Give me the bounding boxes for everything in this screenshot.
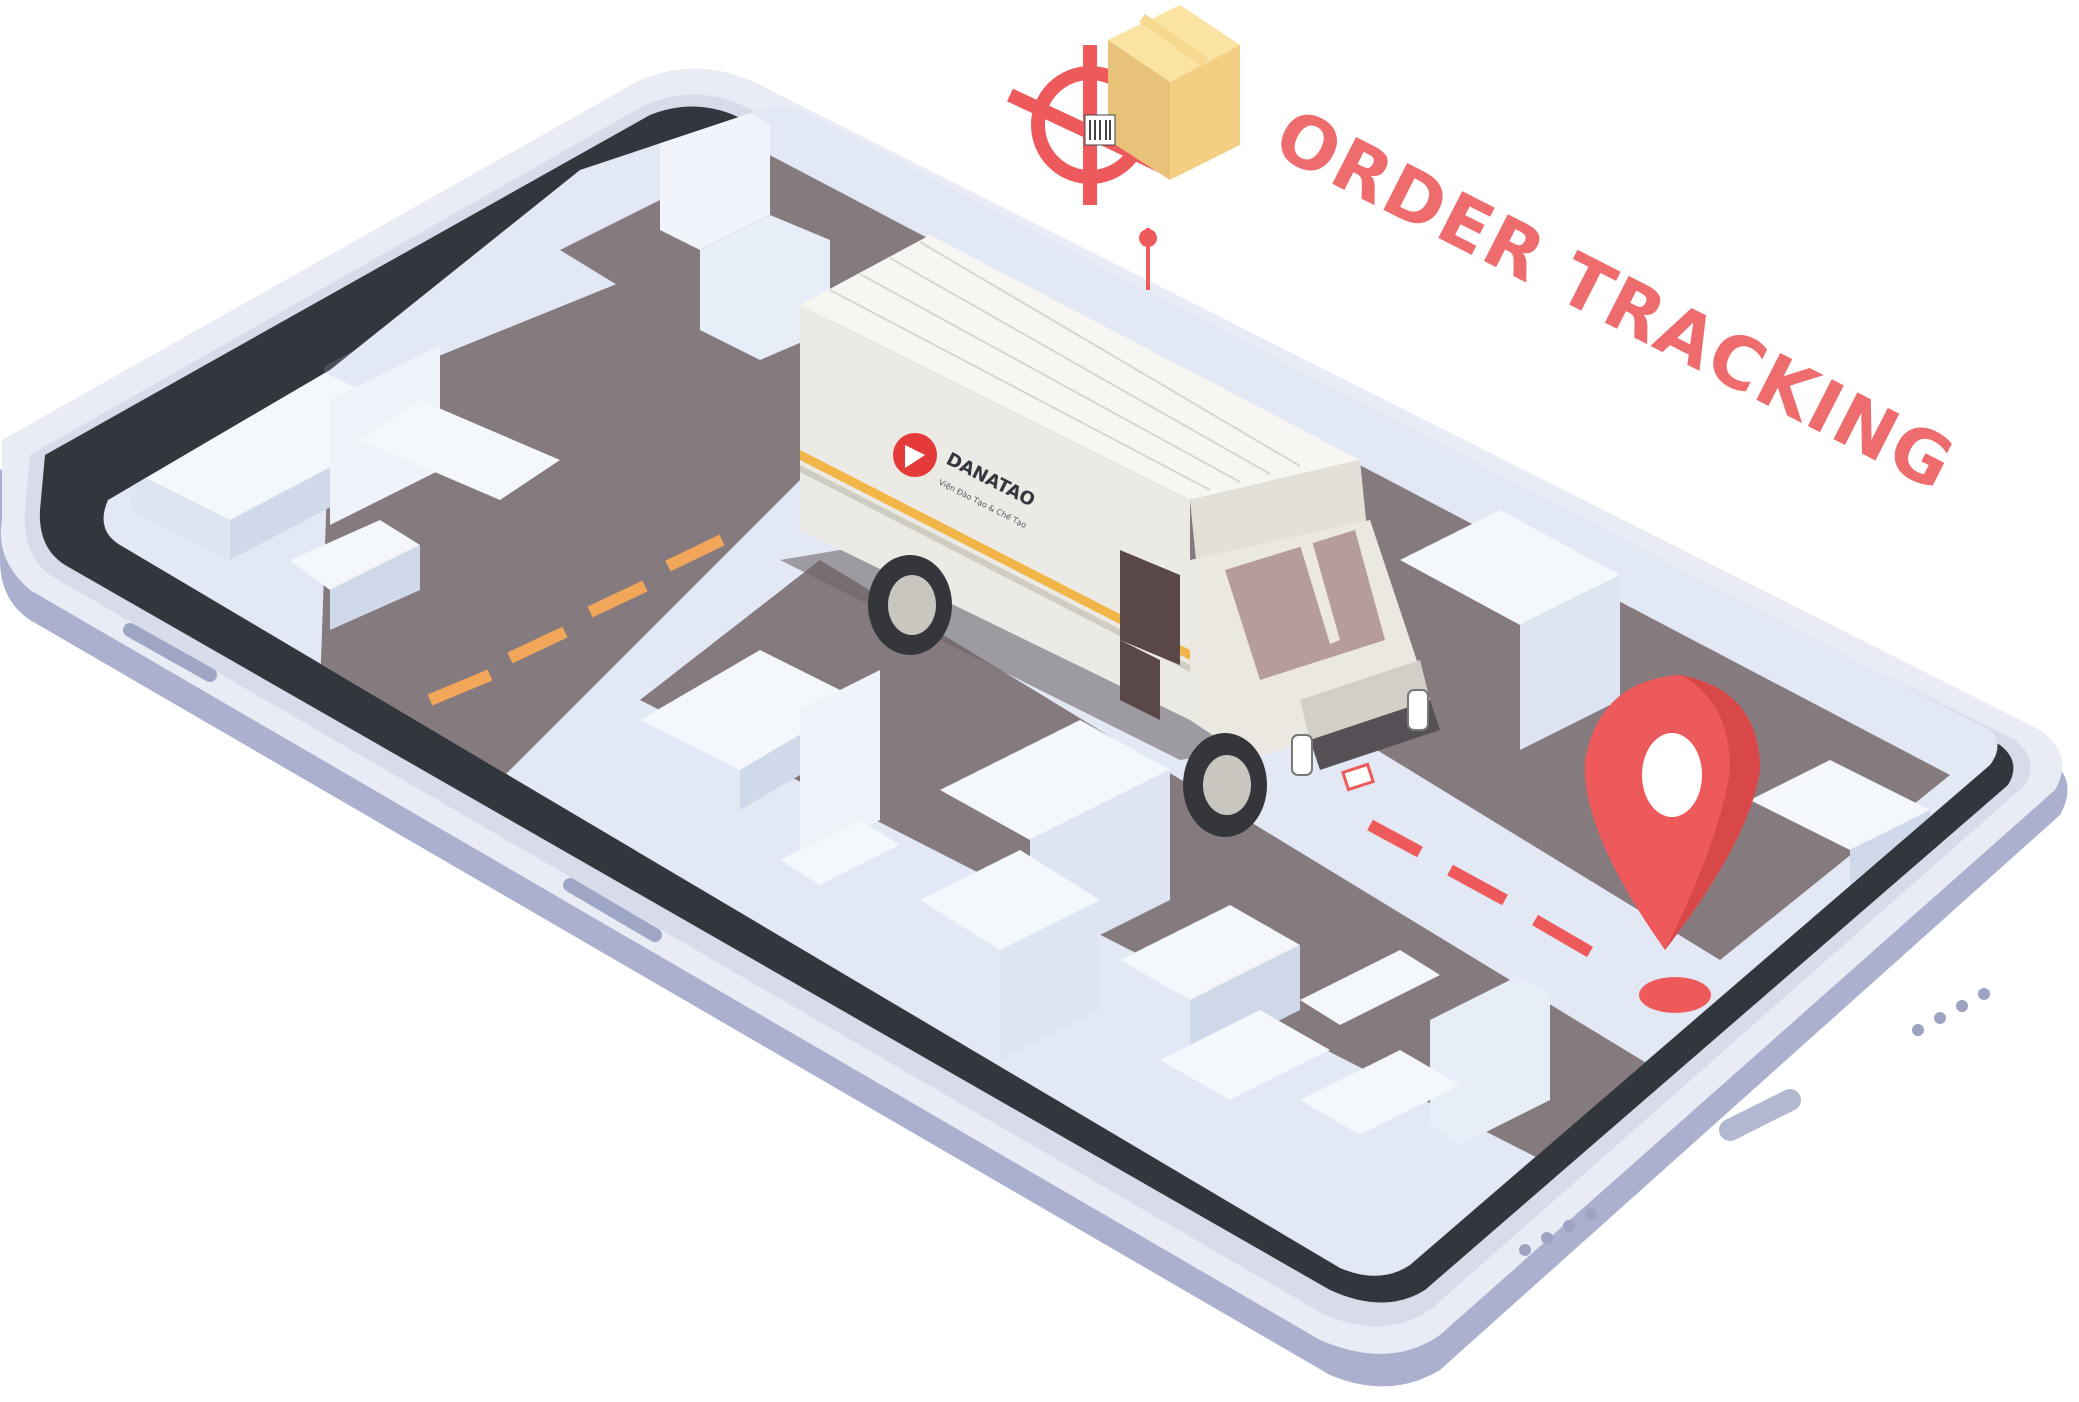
danatao-logo-icon: [893, 433, 937, 477]
illustration-canvas: DANATAO Viện Đào Tạo & Chế Tạo ORDER TRA…: [0, 5, 2068, 1387]
charging-port: [1719, 1089, 1801, 1141]
order-tracking-illustration: DANATAO Viện Đào Tạo & Chế Tạo ORDER TRA…: [0, 0, 2079, 1402]
cardboard-box-icon: [1084, 5, 1240, 180]
